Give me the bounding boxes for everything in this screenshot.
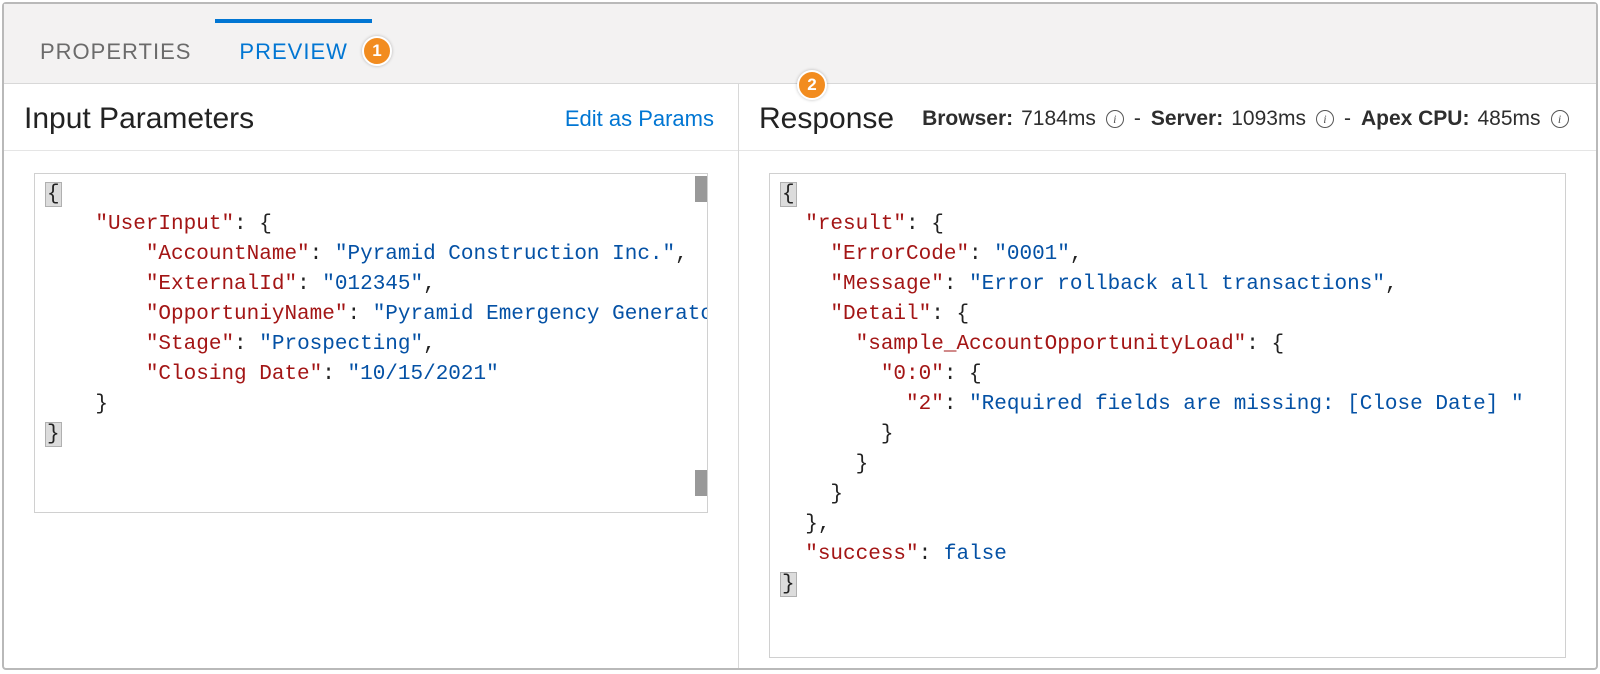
- scrollbar-thumb-bottom[interactable]: [695, 470, 707, 496]
- val-message: "Error rollback all transactions": [969, 273, 1385, 296]
- key-success: "success": [805, 543, 918, 566]
- key-0-0: "0:0": [881, 363, 944, 386]
- response-pane: Response Browser: 7184ms i - Server: 109…: [739, 84, 1596, 668]
- key-accountname: "AccountName": [146, 243, 310, 266]
- key-closingdate: "Closing Date": [146, 363, 322, 386]
- val-closingdate: "10/15/2021": [347, 363, 498, 386]
- browser-value: 7184ms: [1021, 107, 1096, 131]
- response-metrics: Browser: 7184ms i - Server: 1093ms i - A…: [922, 107, 1568, 131]
- annotation-1: 1: [362, 36, 392, 66]
- key-opportunityname: "OpportuniyName": [146, 303, 348, 326]
- val-externalid: "012345": [322, 273, 423, 296]
- key-externalid: "ExternalId": [146, 273, 297, 296]
- val-accountname: "Pyramid Construction Inc.": [335, 243, 675, 266]
- edit-as-params-link[interactable]: Edit as Params: [565, 106, 714, 132]
- input-parameters-title: Input Parameters: [24, 102, 549, 136]
- apex-cpu-label: Apex CPU:: [1361, 107, 1470, 131]
- key-result: "result": [805, 213, 906, 236]
- info-icon[interactable]: i: [1551, 110, 1569, 128]
- scrollbar-thumb-top[interactable]: [695, 176, 707, 202]
- server-label: Server:: [1151, 107, 1223, 131]
- input-json-editor[interactable]: { "UserInput": { "AccountName": "Pyramid…: [34, 173, 708, 513]
- val-2: "Required fields are missing: [Close Dat…: [969, 393, 1524, 416]
- app-window: PROPERTIES PREVIEW 1 2 Input Parameters …: [2, 2, 1598, 670]
- metric-separator: -: [1342, 107, 1353, 131]
- input-parameters-header: Input Parameters Edit as Params: [4, 84, 738, 151]
- metric-separator: -: [1132, 107, 1143, 131]
- key-sample-load: "sample_AccountOpportunityLoad": [856, 333, 1247, 356]
- response-json-viewer[interactable]: { "result": { "ErrorCode": "0001", "Mess…: [769, 173, 1566, 658]
- server-value: 1093ms: [1231, 107, 1306, 131]
- key-detail: "Detail": [830, 303, 931, 326]
- val-errorcode: "0001": [994, 243, 1070, 266]
- tab-bar: PROPERTIES PREVIEW 1 2: [4, 4, 1596, 84]
- val-stage: "Prospecting": [259, 333, 423, 356]
- input-json-wrap: { "UserInput": { "AccountName": "Pyramid…: [4, 151, 738, 668]
- val-success: false: [944, 543, 1007, 566]
- response-header: Response Browser: 7184ms i - Server: 109…: [739, 84, 1596, 151]
- key-message: "Message": [830, 273, 943, 296]
- key-2: "2": [906, 393, 944, 416]
- response-json-wrap: { "result": { "ErrorCode": "0001", "Mess…: [739, 151, 1596, 668]
- info-icon[interactable]: i: [1316, 110, 1334, 128]
- tab-properties[interactable]: PROPERTIES: [16, 19, 215, 83]
- key-userinput: "UserInput": [95, 213, 234, 236]
- key-stage: "Stage": [146, 333, 234, 356]
- response-title: Response: [759, 102, 894, 136]
- content-area: Input Parameters Edit as Params { "UserI…: [4, 84, 1596, 668]
- key-errorcode: "ErrorCode": [830, 243, 969, 266]
- val-opportunityname: "Pyramid Emergency Generators": [373, 303, 708, 326]
- input-parameters-pane: Input Parameters Edit as Params { "UserI…: [4, 84, 739, 668]
- annotation-2: 2: [797, 70, 827, 100]
- tab-preview[interactable]: PREVIEW: [215, 19, 371, 83]
- apex-cpu-value: 485ms: [1477, 107, 1540, 131]
- info-icon[interactable]: i: [1106, 110, 1124, 128]
- browser-label: Browser:: [922, 107, 1013, 131]
